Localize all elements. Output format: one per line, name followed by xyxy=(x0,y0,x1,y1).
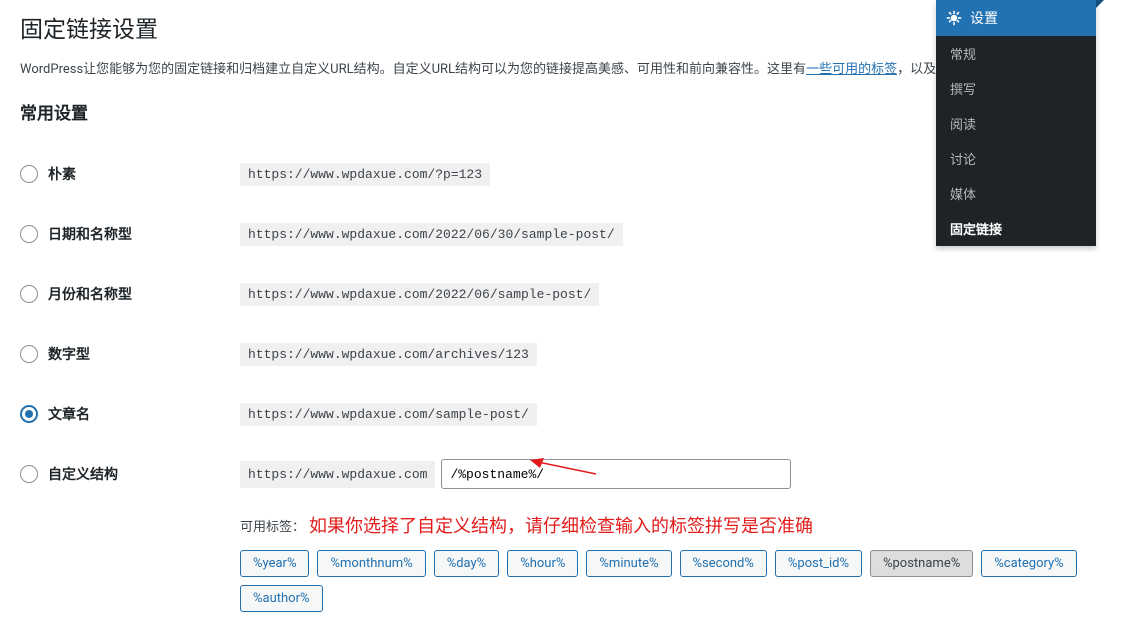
radio-month-name[interactable] xyxy=(20,285,38,303)
radio-plain[interactable] xyxy=(20,165,38,183)
tag-monthnum[interactable]: %monthnum% xyxy=(317,550,425,577)
flyout-item-general[interactable]: 常规 xyxy=(936,36,1096,71)
option-label: 月份和名称型 xyxy=(48,284,132,304)
option-custom[interactable]: 自定义结构 xyxy=(20,464,240,484)
option-example: https://www.wpdaxue.com/sample-post/ xyxy=(240,403,537,426)
tag-post-id[interactable]: %post_id% xyxy=(775,550,862,577)
option-label: 日期和名称型 xyxy=(48,224,132,244)
tag-postname[interactable]: %postname% xyxy=(870,550,973,577)
tags-help-link[interactable]: 一些可用的标签 xyxy=(806,62,897,77)
option-month-name[interactable]: 月份和名称型 xyxy=(20,284,240,304)
tag-author[interactable]: %author% xyxy=(240,585,323,612)
custom-structure-input[interactable] xyxy=(441,459,791,489)
option-example: https://www.wpdaxue.com/?p=123 xyxy=(240,163,490,186)
flyout-item-reading[interactable]: 阅读 xyxy=(936,106,1096,141)
option-example: https://www.wpdaxue.com/2022/06/30/sampl… xyxy=(240,223,623,246)
annotation-text: 如果你选择了自定义结构，请仔细检查输入的标签拼写是否准确 xyxy=(309,512,813,538)
option-example: https://www.wpdaxue.com/archives/123 xyxy=(240,343,537,366)
option-numeric[interactable]: 数字型 xyxy=(20,344,240,364)
radio-numeric[interactable] xyxy=(20,345,38,363)
radio-postname[interactable] xyxy=(20,405,38,423)
option-label: 文章名 xyxy=(48,404,90,424)
custom-url-prefix: https://www.wpdaxue.com xyxy=(240,461,435,488)
option-example: https://www.wpdaxue.com/2022/06/sample-p… xyxy=(240,283,599,306)
flyout-header[interactable]: 设置 xyxy=(936,0,1096,36)
option-plain[interactable]: 朴素 xyxy=(20,164,240,184)
radio-custom[interactable] xyxy=(20,465,38,483)
option-day-name[interactable]: 日期和名称型 xyxy=(20,224,240,244)
flyout-item-media[interactable]: 媒体 xyxy=(936,176,1096,211)
tag-second[interactable]: %second% xyxy=(680,550,767,577)
option-postname[interactable]: 文章名 xyxy=(20,404,240,424)
option-label: 自定义结构 xyxy=(48,464,118,484)
flyout-item-writing[interactable]: 撰写 xyxy=(936,71,1096,106)
flyout-item-permalinks[interactable]: 固定链接 xyxy=(936,211,1096,246)
available-tags-label: 可用标签： xyxy=(240,516,305,535)
tag-category[interactable]: %category% xyxy=(981,550,1076,577)
option-label: 朴素 xyxy=(48,164,76,184)
tag-minute[interactable]: %minute% xyxy=(586,550,671,577)
gear-icon xyxy=(946,10,962,26)
tag-hour[interactable]: %hour% xyxy=(507,550,578,577)
tag-day[interactable]: %day% xyxy=(434,550,500,577)
tags-row: %year% %monthnum% %day% %hour% %minute% … xyxy=(240,550,1104,612)
radio-day-name[interactable] xyxy=(20,225,38,243)
option-label: 数字型 xyxy=(48,344,90,364)
flyout-header-label: 设置 xyxy=(970,8,998,28)
settings-flyout: 设置 常规 撰写 阅读 讨论 媒体 固定链接 xyxy=(936,0,1096,246)
flyout-item-discussion[interactable]: 讨论 xyxy=(936,141,1096,176)
tag-year[interactable]: %year% xyxy=(240,550,309,577)
